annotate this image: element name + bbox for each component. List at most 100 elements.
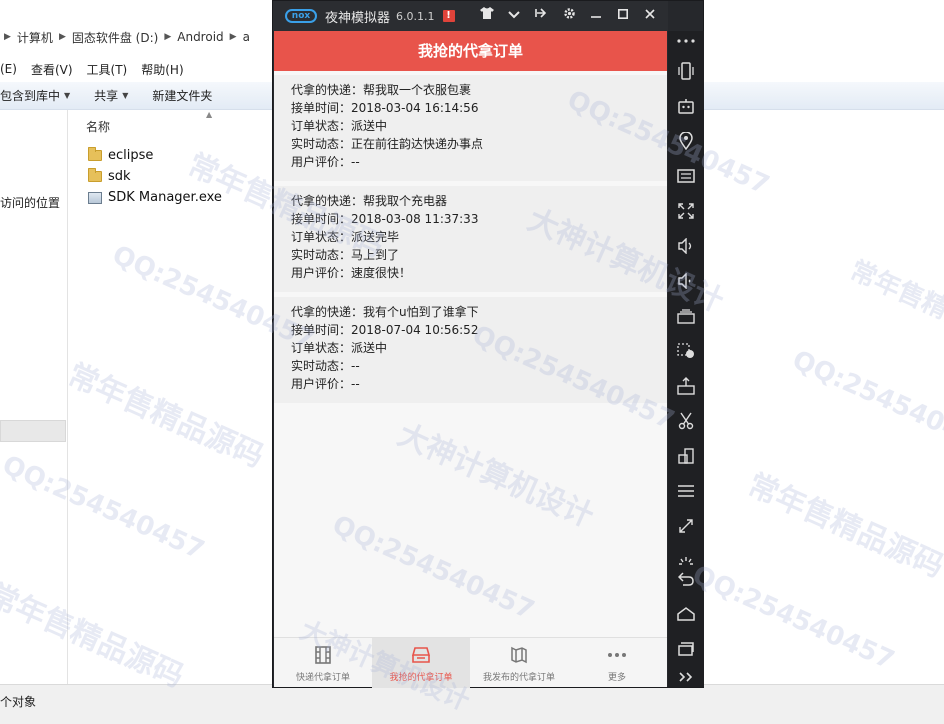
map-icon [510, 644, 528, 666]
breadcrumb-arrow-icon: ▶ [164, 32, 172, 42]
breadcrumb-android[interactable]: Android [177, 30, 223, 44]
phone-shake-icon[interactable] [674, 59, 698, 83]
breadcrumb-a[interactable]: a [243, 30, 250, 44]
order-status: 订单状态：派送中 [291, 341, 388, 355]
status-bar: 个对象 [0, 684, 944, 724]
chevron-down-icon: ▼ [122, 91, 129, 100]
breadcrumb-computer[interactable]: 计算机 [17, 29, 53, 46]
order-time: 接单时间：2018-03-04 16:14:56 [291, 101, 479, 115]
menu-edit[interactable]: (E) [0, 62, 17, 76]
tab-my-published-orders[interactable]: 我发布的代拿订单 [470, 638, 568, 688]
order-review: 用户评价：速度很快！ [291, 266, 412, 280]
alert-badge[interactable]: ! [442, 10, 455, 22]
nox-logo: nox [285, 9, 317, 23]
tab-label: 我发布的代拿订单 [482, 672, 555, 683]
include-in-library-button[interactable]: 包含到库中 ▼ [0, 87, 82, 104]
bottom-navigation: 快递代拿订单 我抢的代拿订单 我发布的代拿订单 更多 [274, 637, 667, 688]
nav-item-recent-places[interactable]: 访问的位置 [0, 194, 60, 211]
share-button[interactable]: 共享 ▼ [82, 87, 140, 104]
file-name: sdk [108, 169, 131, 184]
close-icon[interactable] [641, 7, 659, 25]
order-time: 接单时间：2018-07-04 10:56:52 [291, 323, 479, 337]
resize-icon[interactable] [674, 514, 698, 538]
order-review: 用户评价：-- [291, 377, 360, 391]
sort-arrow-icon: ▲ [206, 110, 213, 119]
nav-item-selected[interactable] [0, 420, 66, 442]
folder-icon [88, 168, 102, 182]
volume-up-icon[interactable] [674, 234, 698, 258]
volume-down-icon[interactable] [674, 269, 698, 293]
tab-express-orders[interactable]: 快递代拿订单 [274, 638, 372, 688]
order-status: 订单状态：派送中 [291, 119, 388, 133]
emulator-titlebar[interactable]: nox 夜神模拟器 6.0.1.1 ! [273, 1, 668, 31]
apk-install-icon[interactable] [674, 374, 698, 398]
macro-record-icon[interactable] [674, 339, 698, 363]
multi-instance-icon[interactable] [674, 444, 698, 468]
emulator-sidebar [668, 31, 704, 687]
order-dynamic: 实时动态：马上到了 [291, 248, 400, 262]
order-card[interactable]: 代拿的快递：帮我取个充电器 接单时间：2018-03-08 11:37:33 订… [274, 186, 667, 292]
back-icon[interactable] [674, 567, 698, 591]
page-title: 我抢的代拿订单 [274, 31, 667, 71]
recent-apps-icon[interactable] [674, 637, 698, 661]
file-row[interactable]: sdk [88, 168, 131, 184]
menu-tools[interactable]: 工具(T) [87, 61, 128, 78]
tab-label: 更多 [607, 672, 626, 683]
tab-label: 我抢的代拿订单 [389, 672, 453, 683]
menu-help[interactable]: 帮助(H) [141, 61, 183, 78]
order-card[interactable]: 代拿的快递：帮我取一个衣服包裹 接单时间：2018-03-04 16:14:56… [274, 75, 667, 181]
folder-icon [88, 147, 102, 161]
pin-icon[interactable] [532, 7, 550, 25]
tab-label: 快递代拿订单 [295, 672, 350, 683]
android-screen: 我抢的代拿订单 代拿的快递：帮我取一个衣服包裹 接单时间：2018-03-04 … [274, 31, 667, 688]
menu-view[interactable]: 查看(V) [31, 61, 73, 78]
order-list[interactable]: 代拿的快递：帮我取一个衣服包裹 接单时间：2018-03-04 16:14:56… [274, 71, 667, 637]
robot-icon[interactable] [674, 94, 698, 118]
expand-sidebar-icon[interactable] [674, 665, 698, 689]
executable-icon [88, 191, 102, 204]
column-header-name[interactable]: 名称 [86, 118, 110, 135]
order-item: 代拿的快递：帮我取一个衣服包裹 [291, 83, 472, 97]
breadcrumb-arrow-icon: ▶ [58, 32, 66, 42]
location-pin-icon[interactable] [674, 129, 698, 153]
file-name: eclipse [108, 148, 154, 163]
new-folder-label: 新建文件夹 [152, 89, 213, 103]
order-time: 接单时间：2018-03-08 11:37:33 [291, 212, 479, 226]
film-icon [314, 644, 332, 666]
chevron-down-icon: ▼ [64, 91, 71, 100]
scissors-icon[interactable] [674, 409, 698, 433]
tab-my-grabbed-orders[interactable]: 我抢的代拿订单 [372, 638, 470, 688]
order-item: 代拿的快递：我有个u怕到了谁拿下 [291, 305, 479, 319]
nox-emulator-window: nox 夜神模拟器 6.0.1.1 ! 我抢的代拿订单 代拿的快递：帮我取一个衣… [272, 0, 704, 688]
more-icon [607, 644, 627, 666]
more-dots-icon[interactable] [674, 29, 698, 53]
minimize-icon[interactable] [587, 7, 605, 25]
menu-lines-icon[interactable] [674, 479, 698, 503]
tab-more[interactable]: 更多 [568, 638, 666, 688]
order-dynamic: 实时动态：正在前往韵达快递办事点 [291, 137, 484, 151]
home-icon[interactable] [674, 602, 698, 626]
navigation-pane[interactable]: 访问的位置 [0, 110, 68, 684]
keyboard-icon[interactable] [674, 164, 698, 188]
breadcrumb-drive[interactable]: 固态软件盘 (D:) [72, 29, 158, 46]
order-item: 代拿的快递：帮我取个充电器 [291, 194, 448, 208]
order-review: 用户评价：-- [291, 155, 360, 169]
share-label: 共享 [94, 89, 119, 103]
chevron-down-icon[interactable] [505, 7, 523, 25]
order-card[interactable]: 代拿的快递：我有个u怕到了谁拿下 接单时间：2018-07-04 10:56:5… [274, 297, 667, 403]
emulator-title: 夜神模拟器 [325, 10, 391, 26]
file-row[interactable]: eclipse [88, 147, 154, 163]
file-name: SDK Manager.exe [108, 190, 222, 205]
order-dynamic: 实时动态：-- [291, 359, 360, 373]
breadcrumb-arrow-icon: ▶ [229, 32, 237, 42]
tray-icon [411, 644, 431, 666]
emulator-version: 6.0.1.1 [396, 9, 435, 23]
maximize-icon[interactable] [614, 7, 632, 25]
gear-icon[interactable] [560, 7, 578, 25]
fullscreen-icon[interactable] [674, 199, 698, 223]
new-folder-button[interactable]: 新建文件夹 [140, 87, 224, 104]
multi-window-icon[interactable] [674, 304, 698, 328]
file-row[interactable]: SDK Manager.exe [88, 190, 222, 205]
shirt-icon[interactable] [478, 7, 496, 25]
order-status: 订单状态：派送完毕 [291, 230, 400, 244]
